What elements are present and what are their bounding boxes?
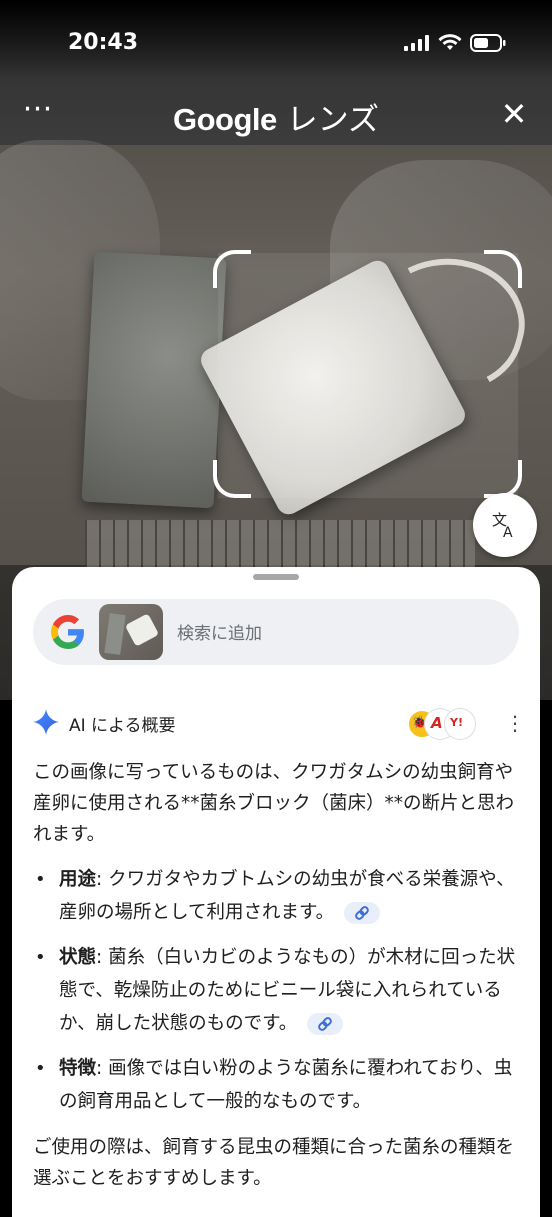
source-favicons[interactable]: 🐞 A Y! <box>407 707 475 739</box>
selection-handle-top-left[interactable] <box>213 250 251 288</box>
status-bar: 20:43 <box>0 0 552 80</box>
translate-icon: 文 A <box>492 511 513 540</box>
bullet-dot: • <box>35 869 46 890</box>
photo-gray-block <box>81 251 227 509</box>
ai-overview-closing: ご使用の際は、飼育する昆虫の種類に合った菌糸の種類を選ぶことをおすすめします。 <box>33 1137 515 1189</box>
link-icon <box>318 1017 333 1031</box>
intro-text: この画像に写っているものは、クワガタムシの幼虫飼育や産卵に使用される**菌糸ブロ… <box>33 762 515 845</box>
bullet-dot: • <box>35 947 46 968</box>
search-input[interactable]: 検索に追加 <box>177 619 262 644</box>
ai-overview-bullets: • 用途: クワガタやカブトムシの幼虫が食べる栄養源や、産卵の場所として利用され… <box>33 863 519 1130</box>
ai-overview-header: AI による概要 🐞 A Y! ⋮ <box>33 707 525 739</box>
lens-header: ⋯ Google レンズ ✕ <box>0 88 552 144</box>
google-g-icon <box>51 615 84 649</box>
bullet-term: 用途 <box>59 869 97 890</box>
link-icon <box>355 906 369 920</box>
source-icon-3[interactable]: Y! <box>445 709 475 739</box>
cellular-signal-icon <box>404 35 429 51</box>
bullet-item: • 用途: クワガタやカブトムシの幼虫が食べる栄養源や、産卵の場所として利用され… <box>33 863 519 929</box>
bullet-term: 状態 <box>59 947 97 968</box>
status-icons <box>404 34 506 52</box>
source-link-chip[interactable] <box>344 902 380 924</box>
ai-overview-title: AI による概要 <box>69 716 176 736</box>
results-sheet: 検索に追加 AI による概要 🐞 A Y! ⋮ この画像に写っているものは、クワ… <box>12 567 540 1217</box>
bullet-text: : クワガタやカブトムシの幼虫が食べる栄養源や、産卵の場所として利用されます。 <box>59 869 515 923</box>
bullet-item: • 状態: 菌糸（白いカビのようなもの）が木材に回った状態で、乾燥防止のためにビ… <box>33 941 519 1040</box>
bullet-text: : 菌糸（白いカビのようなもの）が木材に回った状態で、乾燥防止のためにビニール袋… <box>59 947 516 1034</box>
thumb-white-block <box>124 613 160 647</box>
svg-text:A: A <box>503 525 513 540</box>
bullet-item: • 特徴: 画像では白い粉のような菌糸に覆われており、虫の飼育用品として一般的な… <box>33 1052 519 1118</box>
app-title-suffix: レンズ <box>276 102 379 138</box>
sheet-drag-handle[interactable] <box>253 574 299 580</box>
translate-button[interactable]: 文 A <box>473 493 537 557</box>
wifi-icon <box>438 34 462 50</box>
battery-icon <box>470 34 506 52</box>
ai-overview-menu-icon[interactable]: ⋮ <box>505 709 525 737</box>
close-button[interactable]: ✕ <box>498 96 530 132</box>
query-image-thumbnail[interactable] <box>99 604 163 660</box>
status-time: 20:43 <box>68 30 139 55</box>
app-title-brand: Google <box>172 102 277 137</box>
bullet-text: : 画像では白い粉のような菌糸に覆われており、虫の飼育用品として一般的なものです… <box>59 1058 513 1112</box>
ai-overview-intro: この画像に写っているものは、クワガタムシの幼虫飼育や産卵に使用される**菌糸ブロ… <box>33 757 519 850</box>
bullet-dot: • <box>35 1058 46 1079</box>
thumb-gray-block <box>104 613 126 655</box>
source-link-chip[interactable] <box>307 1013 344 1035</box>
ai-sparkle-icon <box>33 709 59 735</box>
selection-area[interactable] <box>218 253 518 498</box>
app-title: Google レンズ <box>0 94 552 139</box>
bullet-term: 特徴 <box>59 1058 97 1079</box>
search-bar[interactable]: 検索に追加 <box>33 599 519 665</box>
